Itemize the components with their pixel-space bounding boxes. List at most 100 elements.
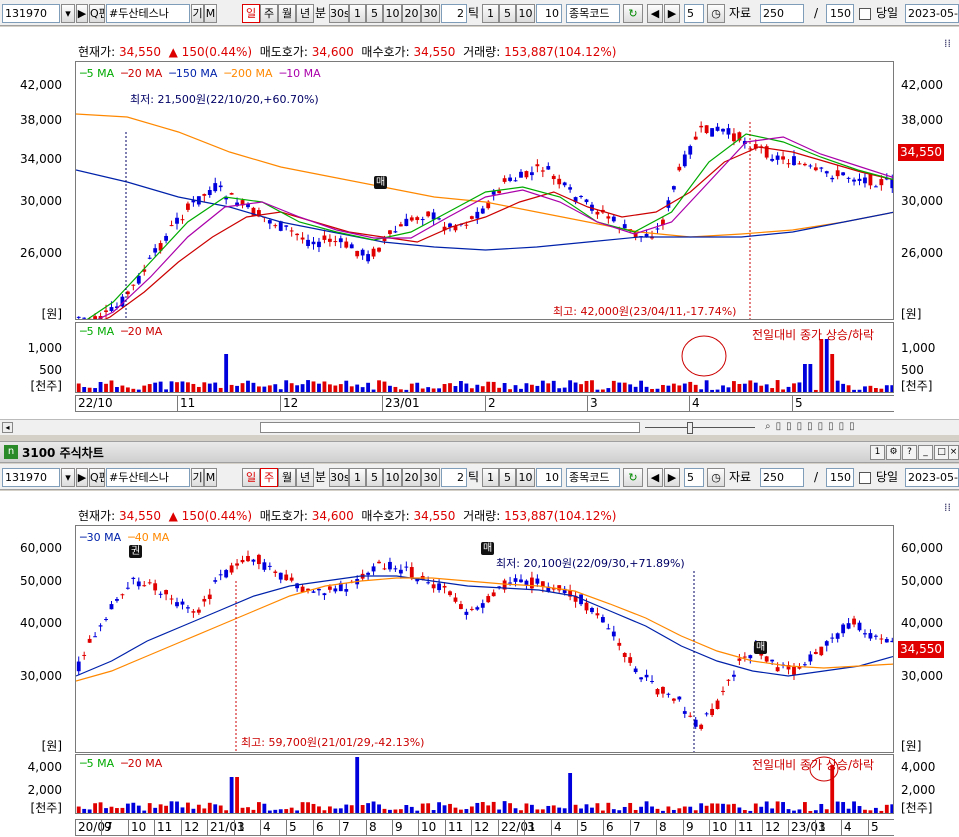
minute-5-button[interactable]: 5 [366, 4, 383, 23]
period-week-button[interactable]: 주 [260, 4, 278, 23]
gi-button-2[interactable]: 기 [191, 468, 204, 487]
bottom-price-chart[interactable] [75, 525, 894, 753]
tick-input[interactable]: 2 [441, 4, 467, 23]
price-change: ▲ 150(0.44%) [168, 45, 253, 59]
step-input-2[interactable]: 5 [684, 468, 704, 487]
window-help-icon[interactable]: ? [902, 445, 917, 460]
ma150-line [76, 169, 893, 251]
step-input[interactable]: 5 [684, 4, 704, 23]
high-annotation-2: 최고: 59,700원(21/01/29,-42.13%) [241, 736, 425, 749]
minute-10-button-2[interactable]: 10 [383, 468, 402, 487]
minute-30-button-2[interactable]: 30 [421, 468, 440, 487]
tick-10-button-2[interactable]: 10 [516, 468, 535, 487]
y-tick-42000-left: 42,000 [20, 78, 62, 92]
minute-1-button[interactable]: 1 [349, 4, 366, 23]
period-week-button-2[interactable]: 주 [260, 468, 278, 487]
next-arrow-button[interactable]: ▶ [76, 4, 88, 23]
bottom-volume-bar [611, 809, 616, 813]
gi-button[interactable]: 기 [191, 4, 204, 23]
clock-icon[interactable]: ◷ [707, 4, 725, 23]
minute-30s-button[interactable]: 30s [329, 4, 349, 23]
top-volume-bar [639, 380, 644, 392]
tick-1-button-2[interactable]: 1 [482, 468, 499, 487]
minute-10-button[interactable]: 10 [383, 4, 402, 23]
m-button[interactable]: M [204, 4, 217, 23]
bottom-candle-body [136, 581, 141, 587]
minute-30s-button-2[interactable]: 30s [329, 468, 349, 487]
bottom-volume-bar [513, 808, 518, 813]
scrollbar-track[interactable] [260, 422, 640, 433]
top-date-label: 3 [587, 396, 598, 411]
tick-5-button[interactable]: 5 [499, 4, 516, 23]
today-checkbox[interactable] [859, 8, 871, 20]
total-input[interactable]: 150 [826, 4, 854, 23]
code-dropdown-button[interactable]: ▾ [61, 4, 75, 23]
stock-code-label-field[interactable]: 종목코드 [566, 4, 620, 23]
period-year-button-2[interactable]: 년 [296, 468, 314, 487]
window-settings-icon[interactable]: ⚙ [886, 445, 901, 460]
stock-name-field-2[interactable]: #두산테스나 [106, 468, 190, 487]
bottom-candle-body [486, 596, 491, 603]
prev-icon-2[interactable]: ◀ [647, 468, 663, 487]
current-price-2: 34,550 [119, 509, 161, 523]
date-field[interactable]: 2023-05- [905, 4, 959, 23]
search-button[interactable]: Q펀 [89, 4, 105, 23]
minute-1-button-2[interactable]: 1 [349, 468, 366, 487]
stock-code-label-field-2[interactable]: 종목코드 [566, 468, 620, 487]
settings-icon[interactable]: ⁞⁞ [944, 37, 951, 50]
total-input-2[interactable]: 150 [826, 468, 854, 487]
tick-1-button[interactable]: 1 [482, 4, 499, 23]
prev-icon[interactable]: ◀ [647, 4, 663, 23]
window-maximize-icon[interactable]: □ [934, 445, 949, 460]
zoom-slider-thumb[interactable] [687, 422, 693, 434]
stock-name-field[interactable]: #두산테스나 [106, 4, 190, 23]
data-count-select-2[interactable]: 250 [760, 468, 804, 487]
tool-icons[interactable]: ⌕▯▯▯▯▯▯▯▯ [765, 421, 860, 432]
next-icon-2[interactable]: ▶ [664, 468, 680, 487]
period-day-button[interactable]: 일 [242, 4, 260, 23]
top-volume-bar [404, 389, 409, 392]
bottom-candle-body [295, 583, 300, 589]
window-close-icon[interactable]: × [948, 445, 959, 460]
period-month-button[interactable]: 월 [278, 4, 296, 23]
bottom-date-label: 8 [366, 820, 377, 835]
search-button-2[interactable]: Q펀 [89, 468, 105, 487]
tick-count-input[interactable]: 10 [536, 4, 562, 23]
tick-5-button-2[interactable]: 5 [499, 468, 516, 487]
minute-20-button-2[interactable]: 20 [402, 468, 421, 487]
period-day-button-2[interactable]: 일 [242, 468, 260, 487]
next-arrow-button-2[interactable]: ▶ [76, 468, 88, 487]
b-vol-unit-left: [천주] [30, 801, 62, 815]
window-minimize-icon[interactable]: _ [918, 445, 933, 460]
stock-code-input[interactable]: 131970 [2, 4, 60, 23]
top-volume-bar [792, 383, 796, 392]
tick-input-2[interactable]: 2 [441, 468, 467, 487]
window-link-icon[interactable]: 1 [870, 445, 885, 460]
period-year-button[interactable]: 년 [296, 4, 314, 23]
data-count-select[interactable]: 250 [760, 4, 804, 23]
today-checkbox-2[interactable] [859, 472, 871, 484]
minute-5-button-2[interactable]: 5 [366, 468, 383, 487]
stock-code-input-2[interactable]: 131970 [2, 468, 60, 487]
tick-count-input-2[interactable]: 10 [536, 468, 562, 487]
minute-30-button[interactable]: 30 [421, 4, 440, 23]
code-dropdown-button-2[interactable]: ▾ [61, 468, 75, 487]
settings-icon-2[interactable]: ⁞⁞ [944, 501, 951, 514]
top-volume-bar [191, 383, 196, 392]
m-button-2[interactable]: M [204, 468, 217, 487]
bottom-volume-bar [759, 806, 764, 813]
scroll-left-icon[interactable]: ◂ [2, 422, 13, 433]
date-field-2[interactable]: 2023-05- [905, 468, 959, 487]
zoom-slider[interactable] [645, 427, 755, 428]
tick-10-button[interactable]: 10 [516, 4, 535, 23]
period-month-button-2[interactable]: 월 [278, 468, 296, 487]
refresh-icon[interactable]: ↻ [623, 4, 643, 23]
refresh-icon-2[interactable]: ↻ [623, 468, 643, 487]
clock-icon-2[interactable]: ◷ [707, 468, 725, 487]
minute-20-button[interactable]: 20 [402, 4, 421, 23]
next-icon[interactable]: ▶ [664, 4, 680, 23]
top-volume-bar [562, 387, 567, 392]
top-volume-bar [333, 385, 338, 392]
bottom-volume-bar [802, 802, 807, 813]
bottom-volume-bar [98, 802, 103, 813]
